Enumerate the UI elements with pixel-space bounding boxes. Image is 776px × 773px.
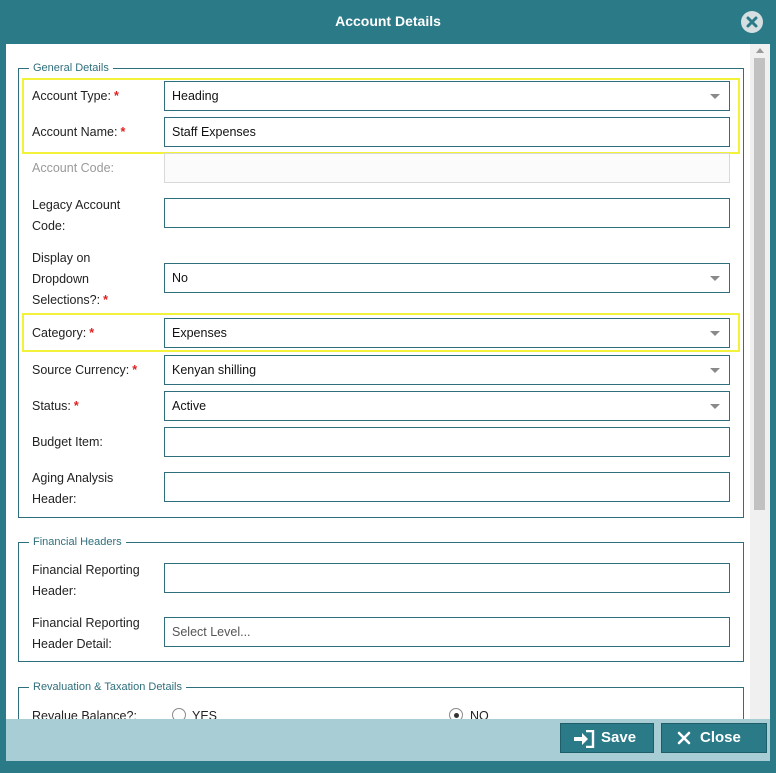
source-currency-select[interactable]: Kenyan shilling	[164, 355, 730, 385]
account-type-label: Account Type: *	[32, 89, 119, 103]
revaluation-legend: Revaluation & Taxation Details	[29, 680, 186, 694]
chevron-down-icon	[710, 331, 720, 336]
dialog-content: General Details Account Type: * Heading A…	[6, 44, 770, 719]
close-icon	[677, 731, 691, 745]
account-name-label: Account Name: *	[32, 125, 126, 139]
legacy-code-input[interactable]	[164, 198, 730, 228]
aging-header-input[interactable]	[164, 472, 730, 502]
title-bar: Account Details	[0, 0, 776, 44]
financial-reporting-header-label: Financial Reporting Header:	[32, 563, 140, 598]
chevron-down-icon	[710, 94, 720, 99]
account-name-input[interactable]: Staff Expenses	[164, 117, 730, 147]
revalue-yes-radio[interactable]	[172, 708, 186, 719]
legacy-code-label: Legacy Account Code:	[32, 198, 121, 233]
close-icon[interactable]	[741, 11, 763, 33]
financial-reporting-detail-label: Financial Reporting Header Detail:	[32, 616, 140, 651]
revalue-no-radio[interactable]	[449, 708, 463, 719]
account-details-dialog: Account Details General Details Account …	[0, 0, 776, 773]
save-label: Save	[601, 729, 637, 746]
account-code-label: Account Code:	[32, 161, 114, 175]
scrollbar[interactable]	[750, 44, 770, 719]
status-label: Status: *	[32, 399, 79, 413]
dialog-footer: Save Close	[6, 719, 770, 761]
financial-reporting-detail-select[interactable]: Select Level...	[164, 617, 730, 647]
display-dropdown-select[interactable]: No	[164, 263, 730, 293]
sign-in-icon	[574, 730, 595, 748]
status-select[interactable]: Active	[164, 391, 730, 421]
revalue-balance-label: Revalue Balance?:	[32, 709, 137, 719]
source-currency-label: Source Currency: *	[32, 363, 138, 377]
scroll-up-arrow-icon[interactable]	[756, 48, 764, 53]
general-details-legend: General Details	[29, 61, 113, 75]
chevron-down-icon	[710, 276, 720, 281]
account-type-select[interactable]: Heading	[164, 81, 730, 111]
revalue-no-label: NO	[470, 709, 489, 719]
scroll-thumb[interactable]	[754, 58, 765, 510]
category-label: Category: *	[32, 326, 95, 340]
category-select[interactable]: Expenses	[164, 318, 730, 348]
account-code-input	[164, 153, 730, 183]
chevron-down-icon	[710, 368, 720, 373]
budget-item-label: Budget Item:	[32, 435, 103, 449]
revalue-yes-label: YES	[192, 709, 218, 719]
close-button[interactable]: Close	[661, 723, 767, 753]
aging-header-label: Aging Analysis Header:	[32, 471, 114, 506]
save-button[interactable]: Save	[560, 723, 654, 753]
financial-headers-legend: Financial Headers	[29, 535, 126, 549]
chevron-down-icon	[710, 404, 720, 409]
dialog-title: Account Details	[335, 13, 441, 29]
financial-reporting-header-input[interactable]	[164, 563, 730, 593]
close-label: Close	[700, 729, 741, 746]
display-dropdown-label: Display on Dropdown Selections?: *	[32, 251, 108, 307]
budget-item-input[interactable]	[164, 427, 730, 457]
